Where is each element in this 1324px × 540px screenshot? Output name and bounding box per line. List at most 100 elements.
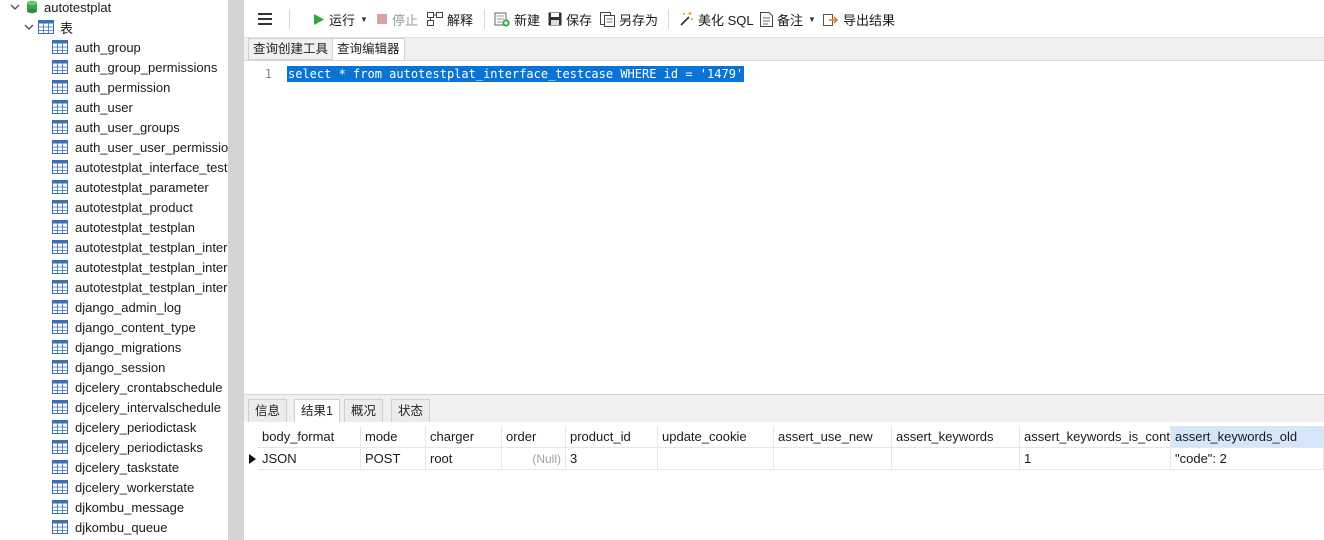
table-icon [52,240,68,254]
table-icon [52,260,68,274]
tree-item-table[interactable]: auth_group [52,37,141,57]
new-label: 新建 [514,12,541,28]
tree-item-table[interactable]: djcelery_intervalschedule [52,397,221,417]
tree-item-label: djcelery_workerstate [75,479,195,495]
dropdown-caret-icon[interactable]: ▼ [360,15,368,24]
tree-item-label: autotestplat_testplan [75,219,195,235]
column-header[interactable]: update_cookie [658,426,774,448]
result-tab-bar: 信息 结果1 概况 状态 [244,394,1324,423]
tree-label-database: autotestplat [44,0,112,15]
tab-result1[interactable]: 结果1 [294,399,340,423]
tree-item-table[interactable]: django_session [52,357,165,377]
tree-item-table[interactable]: autotestplat_product [52,197,193,217]
save-as-button[interactable]: 另存为 [600,8,658,30]
tab-query-editor[interactable]: 查询编辑器 [332,38,405,60]
tab-overview[interactable]: 概况 [344,399,384,423]
grid-cell[interactable] [892,448,1020,470]
table-icon [52,40,68,54]
table-icon [52,100,68,114]
current-row-marker-icon [246,448,258,470]
sql-text-selected[interactable]: select * from autotestplat_interface_tes… [287,66,745,82]
grid-cell[interactable]: POST [361,448,426,470]
tree-item-table[interactable]: djcelery_workerstate [52,477,194,497]
column-header[interactable]: assert_keywords [892,426,1020,448]
tree-item-label: autotestplat_testplan_inter [75,279,228,295]
table-icon [52,120,68,134]
comment-button[interactable]: 备注 ▼ [760,8,816,30]
tree-item-table[interactable]: autotestplat_testplan [52,217,195,237]
tree-item-table[interactable]: djkombu_queue [52,517,168,537]
tree-item-table[interactable]: djcelery_taskstate [52,457,179,477]
stop-label: 停止 [392,12,419,28]
save-as-label: 另存为 [619,12,659,28]
column-header[interactable]: assert_use_new [774,426,892,448]
table-icon [52,380,68,394]
grid-cell[interactable]: 1 [1020,448,1171,470]
tree-label-tables: 表 [60,20,74,36]
new-button[interactable]: 新建 [494,8,540,30]
explain-button[interactable]: 解释 [427,8,473,30]
tree-item-table[interactable]: autotestplat_testplan_inter [52,237,228,257]
tree-item-table[interactable]: django_admin_log [52,297,181,317]
column-header[interactable]: charger [426,426,502,448]
tree-item-table[interactable]: djcelery_periodictasks [52,437,203,457]
explain-icon [427,12,447,26]
tree-item-table[interactable]: autotestplat_testplan_inter [52,257,228,277]
tree-item-table[interactable]: autotestplat_parameter [52,177,209,197]
column-header[interactable]: product_id [566,426,658,448]
tree-item-table[interactable]: auth_user_groups [52,117,180,137]
menu-button[interactable] [258,8,276,30]
tree-item-table[interactable]: auth_user_user_permission [52,137,228,157]
chevron-down-icon[interactable] [22,20,36,34]
tree-item-table[interactable]: auth_group_permissions [52,57,217,77]
column-header[interactable]: mode [361,426,426,448]
column-header[interactable]: body_format [258,426,361,448]
beautify-sql-button[interactable]: 美化 SQL [678,8,754,30]
save-as-icon [600,11,619,27]
tree-item-table[interactable]: django_migrations [52,337,181,357]
chevron-down-icon[interactable] [8,0,22,14]
tree-item-table[interactable]: autotestplat_testplan_inter [52,277,228,297]
grid-cell[interactable]: JSON [258,448,361,470]
tree-item-table[interactable]: auth_user [52,97,133,117]
tree-item-table[interactable]: django_content_type [52,317,196,337]
tree-item-label: autotestplat_parameter [75,179,209,195]
dropdown-caret-icon[interactable]: ▼ [808,15,816,24]
column-header[interactable]: order [502,426,566,448]
stop-button[interactable]: 停止 [376,8,418,30]
tab-query-builder[interactable]: 查询创建工具 [248,38,334,60]
tree-item-table[interactable]: autotestplat_interface_test [52,157,228,177]
table-icon [52,400,68,414]
run-button[interactable]: 运行 ▼ [312,8,368,30]
grid-cell[interactable] [658,448,774,470]
comment-label: 备注 [777,12,804,28]
table-icon [52,180,68,194]
grid-cell[interactable] [774,448,892,470]
table-icon [52,220,68,234]
save-button[interactable]: 保存 [548,8,592,30]
tree-item-table[interactable]: djcelery_periodictask [52,417,196,437]
table-group-icon [38,20,54,34]
grid-cell[interactable]: (Null) [502,448,566,470]
save-label: 保存 [566,12,593,28]
table-icon [52,440,68,454]
new-query-icon [494,11,514,27]
grid-cell[interactable]: root [426,448,502,470]
column-header[interactable]: assert_keywords_is_conta [1020,426,1171,448]
tree-item-table[interactable]: djkombu_message [52,497,184,517]
tab-info[interactable]: 信息 [248,399,288,423]
tree-node-tables[interactable]: 表 [22,17,73,37]
tree-item-table[interactable]: djcelery_crontabschedule [52,377,222,397]
comment-icon [760,11,777,27]
table-icon [52,280,68,294]
tree-item-table[interactable]: auth_permission [52,77,170,97]
table-icon [52,300,68,314]
sql-editor[interactable]: 1 select * from autotestplat_interface_t… [244,60,1324,395]
grid-cell[interactable]: "code": 2 [1171,448,1324,470]
tab-status[interactable]: 状态 [391,399,431,423]
tree-node-database[interactable]: autotestplat [8,0,111,17]
grid-cell[interactable]: 3 [566,448,658,470]
column-header[interactable]: assert_keywords_old [1171,426,1324,448]
pane-splitter[interactable] [228,0,244,540]
export-results-button[interactable]: 导出结果 [823,8,895,30]
